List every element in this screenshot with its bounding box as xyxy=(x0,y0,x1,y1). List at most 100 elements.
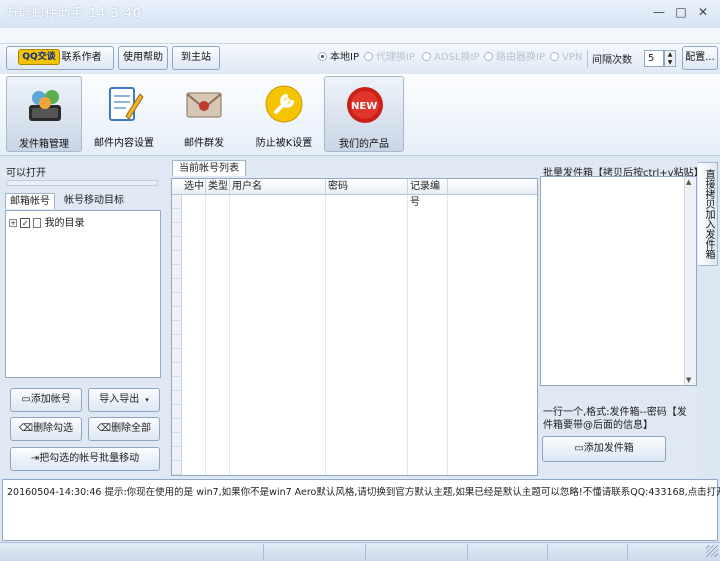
column-header[interactable]: 密码 xyxy=(326,179,408,195)
tab-mailbox-manager[interactable]: 发件箱管理 xyxy=(6,76,82,152)
radio-dot-icon xyxy=(484,52,493,61)
button-label: 添加发件箱 xyxy=(583,443,634,454)
grid-column xyxy=(408,195,448,475)
column-header[interactable]: 类型 xyxy=(206,179,230,195)
scrollbar[interactable]: ▲ ▼ xyxy=(684,177,696,385)
grid-column xyxy=(326,195,408,475)
menu-strip xyxy=(0,28,720,44)
radio-dot-icon xyxy=(318,52,327,61)
import-export-button[interactable]: 导入导出 ▾ xyxy=(88,388,160,412)
grid-column xyxy=(206,195,230,475)
tree-node-label: 我的目录 xyxy=(44,218,85,229)
row-header xyxy=(172,195,182,475)
checkbox-icon[interactable]: ✓ xyxy=(20,218,31,228)
tab-label: 邮件内容设置 xyxy=(94,138,154,149)
ribbon: 发件箱管理 邮件内容设置 邮件群发 防止被K设置 NEW 我们的产品 xyxy=(0,74,720,156)
radio-router-ip[interactable]: 路由器换IP xyxy=(484,51,545,65)
dropdown-arrow-icon: ▾ xyxy=(145,396,149,404)
delete-all-button[interactable]: ⌫删除全部 xyxy=(88,417,160,441)
new-badge-text: NEW xyxy=(351,101,378,112)
tab-label: 邮件群发 xyxy=(184,138,224,149)
radio-label: 路由器换IP xyxy=(496,52,545,63)
log-panel[interactable]: 20160504-14:30:46 提示:你现在使用的是 win7,如果你不是w… xyxy=(2,479,720,541)
tab-account-list[interactable]: 当前帐号列表 xyxy=(172,160,246,176)
tab-label: 发件箱管理 xyxy=(19,139,69,150)
maximize-icon[interactable]: □ xyxy=(670,3,692,21)
side-tab-direct-copy[interactable]: 直接拷贝加入发件箱 xyxy=(698,162,718,266)
window-title: 万能邮件助手 14.3.40 xyxy=(6,6,142,20)
status-segment xyxy=(366,544,468,560)
grid-header: 选中 类型 用户名 密码 记录编号 xyxy=(172,179,537,208)
left-panel-title: 可以打开 xyxy=(6,168,46,179)
column-header[interactable]: 选中 xyxy=(182,179,206,195)
radio-local-ip[interactable]: 本地IP xyxy=(318,51,359,65)
add-sender-button[interactable]: ▭添加发件箱 xyxy=(542,436,666,462)
tab-mail-content[interactable]: 邮件内容设置 xyxy=(86,76,162,152)
middle-panel: 当前帐号列表 选中 类型 用户名 密码 记录编号 xyxy=(168,158,538,478)
status-segment xyxy=(548,544,628,560)
tab-label: 防止被K设置 xyxy=(255,138,313,149)
button-label: 删除勾选 xyxy=(33,423,74,434)
tab-anti-block[interactable]: 防止被K设置 xyxy=(246,76,322,152)
resize-grip-icon[interactable] xyxy=(706,545,718,557)
button-label: 添加帐号 xyxy=(30,394,71,405)
radio-label: VPN xyxy=(562,52,583,63)
account-tree[interactable]: + ✓ 我的目录 xyxy=(5,210,161,378)
scroll-up-icon[interactable]: ▲ xyxy=(686,178,691,186)
home-site-button[interactable]: 到主站 xyxy=(172,46,220,70)
scroll-down-icon[interactable]: ▼ xyxy=(686,376,691,384)
radio-vpn[interactable]: VPN xyxy=(550,51,582,65)
status-bar xyxy=(0,542,720,561)
document-pencil-icon xyxy=(109,87,144,121)
log-message[interactable]: 20160504-14:30:46 提示:你现在使用的是 win7,如果你不是w… xyxy=(7,484,720,498)
radio-dot-icon xyxy=(364,52,373,61)
contact-author-button[interactable]: QQ交谈 联系作者 xyxy=(6,46,114,70)
column-header[interactable]: 记录编号 xyxy=(408,179,448,208)
add-account-button[interactable]: ▭添加帐号 xyxy=(10,388,82,412)
batch-sender-textarea[interactable]: ▲ ▼ xyxy=(540,176,697,386)
folder-doc-icon xyxy=(33,218,42,228)
wrench-icon xyxy=(265,85,303,123)
close-icon[interactable]: ✕ xyxy=(692,3,714,21)
tree-node-root[interactable]: + ✓ 我的目录 xyxy=(9,214,85,229)
grid-column xyxy=(230,195,326,475)
help-button[interactable]: 使用帮助 xyxy=(118,46,168,70)
left-panel: 可以打开 邮箱帐号 帐号移动目标 + ✓ 我的目录 ▭添加帐号 导入导出 ▾ ⌫删… xyxy=(0,158,166,478)
qq-icon: QQ交谈 xyxy=(18,49,60,65)
minimize-icon[interactable]: — xyxy=(648,3,670,21)
batch-move-button[interactable]: ⇥把勾选的帐号批量移动 xyxy=(10,447,160,471)
button-label: 导入导出 xyxy=(99,394,140,405)
radio-dot-icon xyxy=(422,52,431,61)
contact-author-label: 联系作者 xyxy=(61,52,102,63)
side-tab-label: 直接拷贝加入发件箱 xyxy=(703,169,714,259)
radio-proxy-ip[interactable]: 代理换IP xyxy=(364,51,415,65)
button-label: 把勾选的帐号批量移动 xyxy=(39,453,140,464)
grid-column xyxy=(182,195,206,475)
status-segment xyxy=(468,544,548,560)
column-header[interactable]: 用户名 xyxy=(230,179,326,195)
mailbox-manager-icon xyxy=(29,90,61,121)
tab-move-target[interactable]: 帐号移动目标 xyxy=(60,193,128,209)
toolbar-separator xyxy=(587,50,588,68)
expand-icon[interactable]: + xyxy=(9,219,17,227)
radio-label: ADSL换IP xyxy=(434,52,480,63)
config-button[interactable]: 配置... xyxy=(682,46,718,70)
radio-label: 代理换IP xyxy=(376,52,415,63)
account-grid[interactable]: 选中 类型 用户名 密码 记录编号 xyxy=(171,178,538,476)
tab-mass-mail[interactable]: 邮件群发 xyxy=(166,76,242,152)
interval-spinner[interactable]: ▲ ▼ xyxy=(664,50,676,67)
status-segment xyxy=(0,544,264,560)
status-segment xyxy=(264,544,366,560)
interval-input[interactable]: 5 xyxy=(644,50,664,67)
button-label: 删除全部 xyxy=(111,423,152,434)
toolbar: QQ交谈 联系作者 使用帮助 到主站 本地IP 代理换IP ADSL换IP 路由器… xyxy=(0,44,720,74)
interval-label: 间隔次数 xyxy=(592,55,632,66)
delete-checked-button[interactable]: ⌫删除勾选 xyxy=(10,417,82,441)
tab-our-products[interactable]: NEW 我们的产品 xyxy=(324,76,404,152)
radio-adsl-ip[interactable]: ADSL换IP xyxy=(422,51,479,65)
mail-send-icon xyxy=(186,92,222,118)
right-panel: 批量发件箱【拷贝后按ctrl+v粘贴】 ▲ ▼ 一行一个,格式:发件箱--密码【… xyxy=(538,158,704,478)
left-panel-bar xyxy=(6,180,158,186)
tab-mail-accounts[interactable]: 邮箱帐号 xyxy=(5,193,55,209)
tab-label: 我们的产品 xyxy=(339,139,389,150)
